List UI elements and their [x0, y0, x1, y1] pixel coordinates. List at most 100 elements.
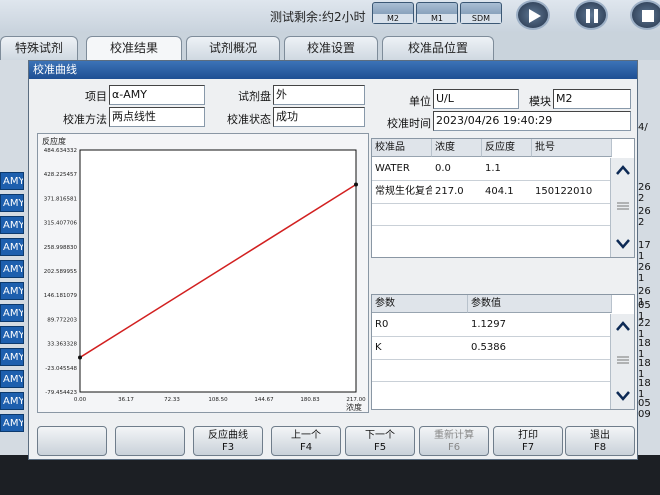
y-tick-label: 428.225457 — [44, 172, 78, 178]
calibrator-table-scrollbar[interactable] — [610, 158, 634, 257]
cell-parameter-value: 1.1297 — [471, 319, 506, 330]
header-reactivity: 反应度 — [482, 139, 532, 157]
list-item: AMY — [0, 172, 24, 190]
print-button[interactable]: 打印 F7 — [493, 426, 563, 456]
cell-concentration: 0.0 — [435, 163, 451, 174]
tab-calibrator-position[interactable]: 校准品位置 — [382, 36, 494, 60]
parameter-table: 参数 参数值 R0 1.1297 K 0.5386 — [371, 294, 635, 410]
grip-icon — [616, 202, 629, 210]
list-item: AMY — [0, 238, 24, 256]
list-item: AMY — [0, 260, 24, 278]
list-item: 18 1 — [638, 378, 651, 400]
blank-button-1[interactable] — [37, 426, 107, 456]
tab-special-reagent[interactable]: 特殊试剂 — [0, 36, 78, 60]
header-concentration: 浓度 — [432, 139, 482, 157]
list-item: AMY — [0, 216, 24, 234]
calibration-method-field: 两点线性 — [109, 107, 205, 127]
scroll-thumb[interactable] — [611, 350, 634, 370]
list-item: 4/ — [638, 122, 648, 133]
tab-reagent-overview[interactable]: 试剂概况 — [186, 36, 280, 60]
module-m1-indicator[interactable]: M1 — [416, 2, 458, 24]
list-item: 17 1 — [638, 240, 651, 262]
cell-concentration: 217.0 — [435, 186, 464, 197]
y-tick-label: 371.816581 — [44, 196, 77, 202]
y-tick-label: 315.407706 — [44, 221, 78, 227]
calibration-time-field: 2023/04/26 19:40:29 — [433, 111, 631, 131]
header-parameter-value: 参数值 — [468, 295, 612, 313]
list-item: 26 1 — [638, 262, 651, 284]
parameter-table-scrollbar[interactable] — [610, 314, 634, 409]
cell-reactivity: 1.1 — [485, 163, 501, 174]
y-axis-label: 反应度 — [42, 136, 66, 146]
x-tick-label: 144.67 — [254, 397, 274, 403]
calibration-chart-svg: 反应度 浓度 484.634332 428.225457 371.816581 315… — [42, 136, 366, 412]
x-tick-label: 36.17 — [118, 397, 134, 403]
chevron-up-icon — [615, 165, 630, 175]
recalculate-button[interactable]: 重新计算 F6 — [419, 426, 489, 456]
stop-icon — [642, 10, 654, 22]
calibration-point — [78, 355, 82, 360]
x-tick-label: 0.00 — [74, 397, 87, 403]
list-item: AMY — [0, 194, 24, 212]
background-bottom — [0, 455, 660, 495]
module-sdm-indicator[interactable]: SDM — [460, 2, 502, 24]
calibration-state-field: 成功 — [273, 107, 365, 127]
list-item: 05 09 — [638, 398, 651, 420]
header-calibrator: 校准品 — [372, 139, 432, 157]
scroll-down-button[interactable] — [611, 234, 634, 254]
pause-button[interactable] — [574, 0, 608, 30]
list-item: AMY — [0, 392, 24, 410]
header-lot-number: 批号 — [532, 139, 612, 157]
calibration-chart: 反应度 浓度 484.634332 428.225457 371.816581 315… — [37, 133, 369, 413]
scroll-down-button[interactable] — [611, 386, 634, 406]
list-item: AMY — [0, 326, 24, 344]
next-button[interactable]: 下一个 F5 — [345, 426, 415, 456]
x-tick-label: 180.83 — [300, 397, 320, 403]
previous-button[interactable]: 上一个 F4 — [271, 426, 341, 456]
background-list-right: 4/ 26 2 26 2 17 1 26 1 26 1 05 1 22 1 18… — [638, 60, 660, 460]
list-item: 22 1 — [638, 318, 651, 340]
scroll-up-button[interactable] — [611, 316, 634, 336]
cell-reactivity: 404.1 — [485, 186, 514, 197]
cell-lot-number: 150122010 — [535, 186, 593, 197]
list-item: 26 2 — [638, 206, 651, 228]
y-tick-label: 202.589955 — [44, 269, 78, 275]
header-parameter: 参数 — [372, 295, 468, 313]
blank-button-2[interactable] — [115, 426, 185, 456]
cell-parameter: R0 — [375, 319, 389, 330]
module-field: M2 — [553, 89, 631, 109]
module-m2-indicator[interactable]: M2 — [372, 2, 414, 24]
calibration-state-label: 校准状态 — [227, 113, 271, 126]
reagent-disk-label: 试剂盘 — [238, 90, 271, 103]
reagent-disk-field: 外 — [273, 85, 365, 105]
list-item: AMY — [0, 282, 24, 300]
cell-lot-number — [532, 158, 612, 180]
calibration-curve-dialog: 校准曲线 项目 α-AMY 试剂盘 外 单位 U/L 模块 M2 校准方法 两点… — [28, 60, 638, 460]
scroll-up-button[interactable] — [611, 160, 634, 180]
pause-icon — [586, 9, 598, 23]
y-tick-label: 33.363328 — [47, 342, 77, 348]
calibrator-table: 校准品 浓度 反应度 批号 WATER 0.0 1.1 常规生化复合... 21… — [371, 138, 635, 258]
cell-parameter-value: 0.5386 — [471, 342, 506, 353]
y-tick-label: 146.181079 — [44, 293, 78, 299]
start-button[interactable] — [516, 0, 550, 30]
reaction-curve-button[interactable]: 反应曲线 F3 — [193, 426, 263, 456]
background-list-left: AMY AMY AMY AMY AMY AMY AMY AMY AMY AMY … — [0, 60, 30, 460]
list-item: 26 2 — [638, 182, 651, 204]
chevron-up-icon — [615, 321, 630, 331]
item-label: 项目 — [85, 90, 107, 103]
chevron-down-icon — [615, 239, 630, 249]
x-axis-label: 浓度 — [346, 402, 362, 412]
list-item: 18 1 — [638, 338, 651, 360]
unit-field: U/L — [433, 89, 519, 109]
list-item: AMY — [0, 370, 24, 388]
cell-calibrator: WATER — [375, 163, 410, 174]
tab-calibration-settings[interactable]: 校准设置 — [284, 36, 378, 60]
calibration-method-label: 校准方法 — [63, 113, 107, 126]
exit-button[interactable]: 退出 F8 — [565, 426, 635, 456]
y-tick-label: -79.454423 — [45, 390, 77, 396]
tab-calibration-result[interactable]: 校准结果 — [86, 36, 182, 60]
stop-button[interactable] — [630, 0, 660, 30]
scroll-thumb[interactable] — [611, 196, 634, 216]
play-icon — [529, 9, 541, 23]
